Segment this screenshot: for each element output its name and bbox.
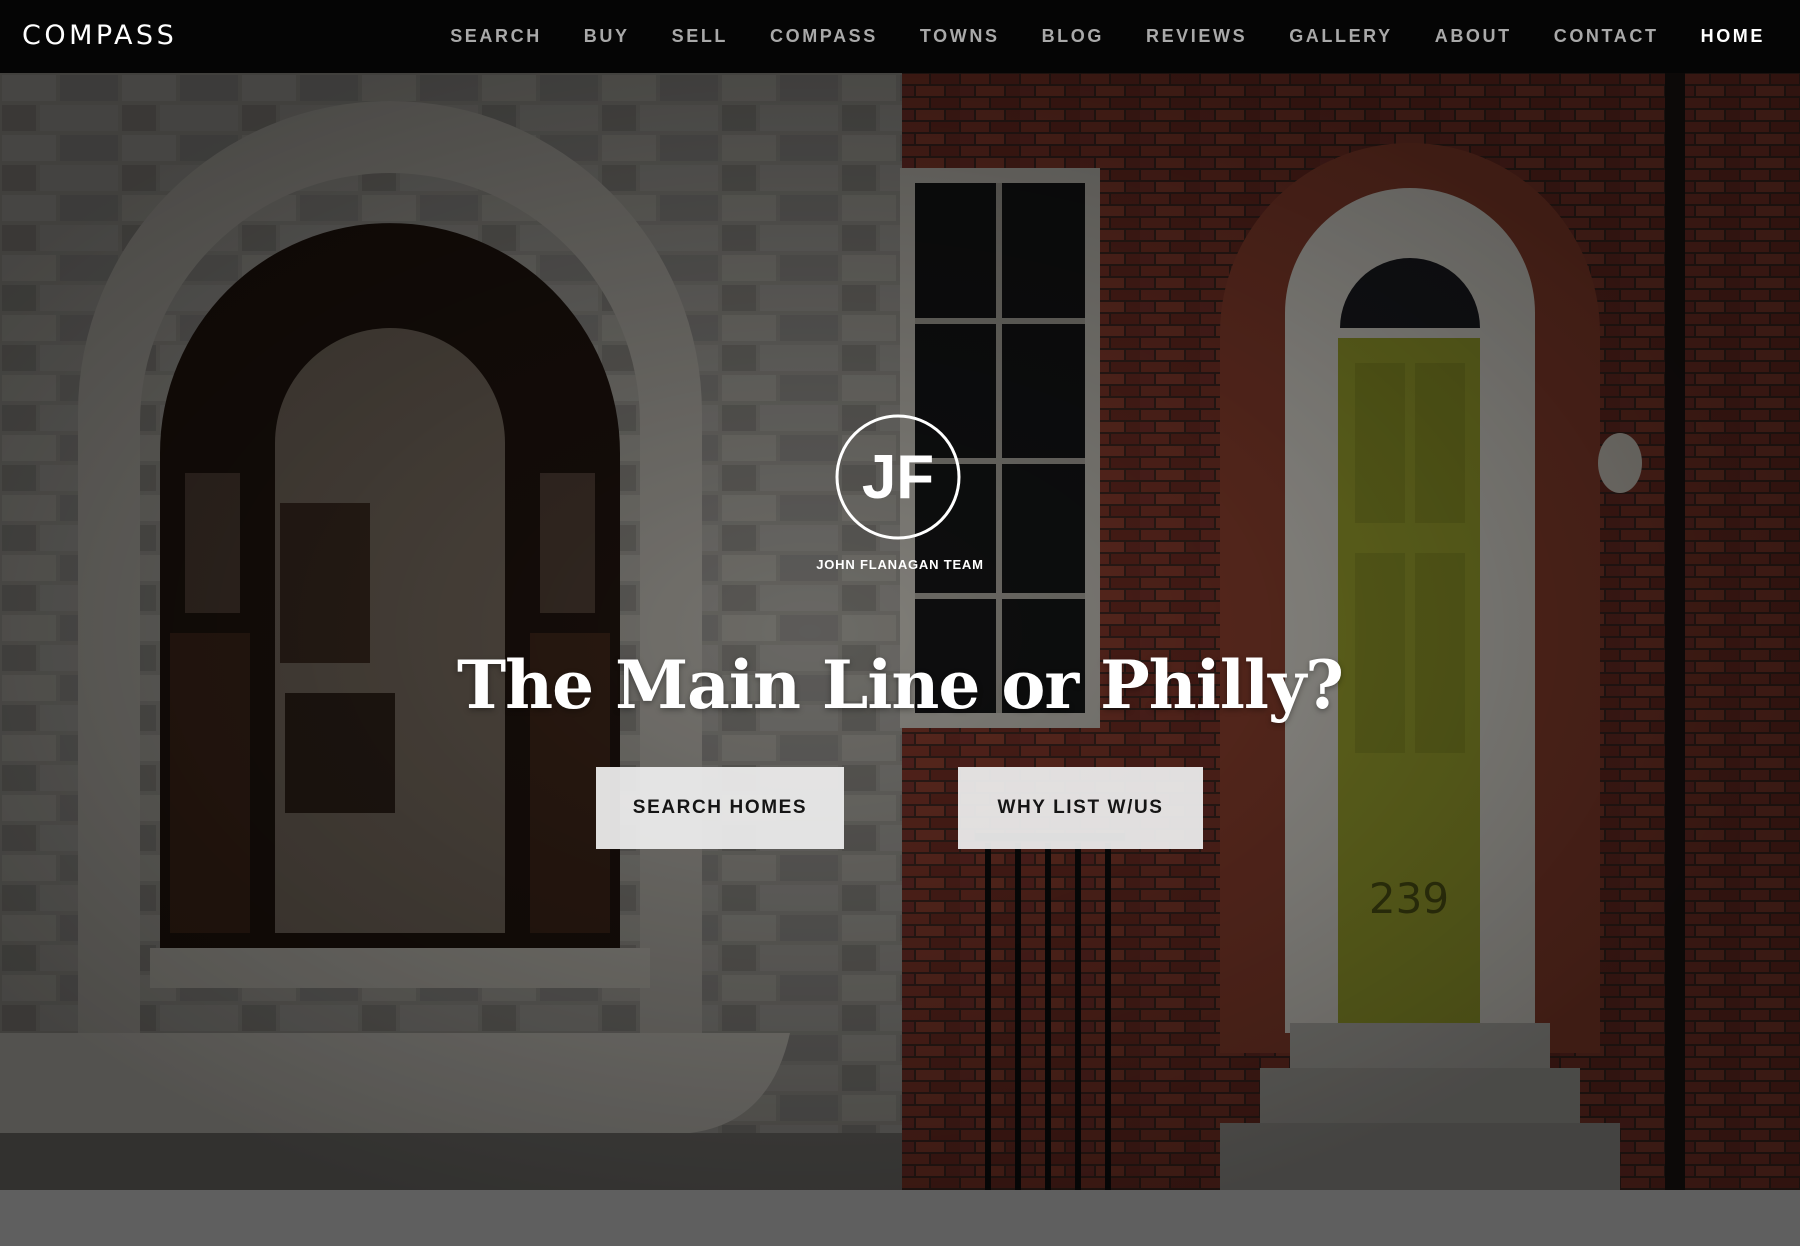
compass-logo[interactable]: COMPASS — [22, 18, 177, 54]
footer-band — [0, 1190, 1800, 1246]
main-nav: SEARCH BUY SELL COMPASS TOWNS BLOG REVIE… — [429, 0, 1786, 73]
nav-sell[interactable]: SELL — [651, 26, 749, 47]
nav-about[interactable]: ABOUT — [1414, 26, 1533, 47]
nav-search[interactable]: SEARCH — [429, 26, 563, 47]
team-name: JOHN FLANAGAN TEAM — [816, 557, 984, 572]
search-homes-button[interactable]: SEARCH HOMES — [596, 767, 844, 849]
nav-reviews[interactable]: REVIEWS — [1125, 26, 1268, 47]
jf-team-logo[interactable]: JF — [833, 412, 963, 542]
nav-gallery[interactable]: GALLERY — [1268, 26, 1414, 47]
logo-monogram-text: JF — [862, 443, 934, 512]
nav-compass[interactable]: COMPASS — [749, 26, 899, 47]
nav-towns[interactable]: TOWNS — [899, 26, 1021, 47]
nav-buy[interactable]: BUY — [563, 26, 651, 47]
top-navigation-bar: COMPASS SEARCH BUY SELL COMPASS TOWNS BL… — [0, 0, 1800, 73]
hero-headline: The Main Line or Philly? — [457, 646, 1344, 724]
jf-monogram-icon: JF — [835, 414, 961, 540]
nav-home[interactable]: HOME — [1680, 26, 1786, 47]
hero-dark-overlay — [0, 73, 1800, 1190]
nav-blog[interactable]: BLOG — [1021, 26, 1125, 47]
why-list-button[interactable]: WHY LIST W/US — [958, 767, 1203, 849]
hero-section: 239 JF JOHN FLANAGAN TEAM The Main Line … — [0, 73, 1800, 1190]
nav-contact[interactable]: CONTACT — [1533, 26, 1680, 47]
